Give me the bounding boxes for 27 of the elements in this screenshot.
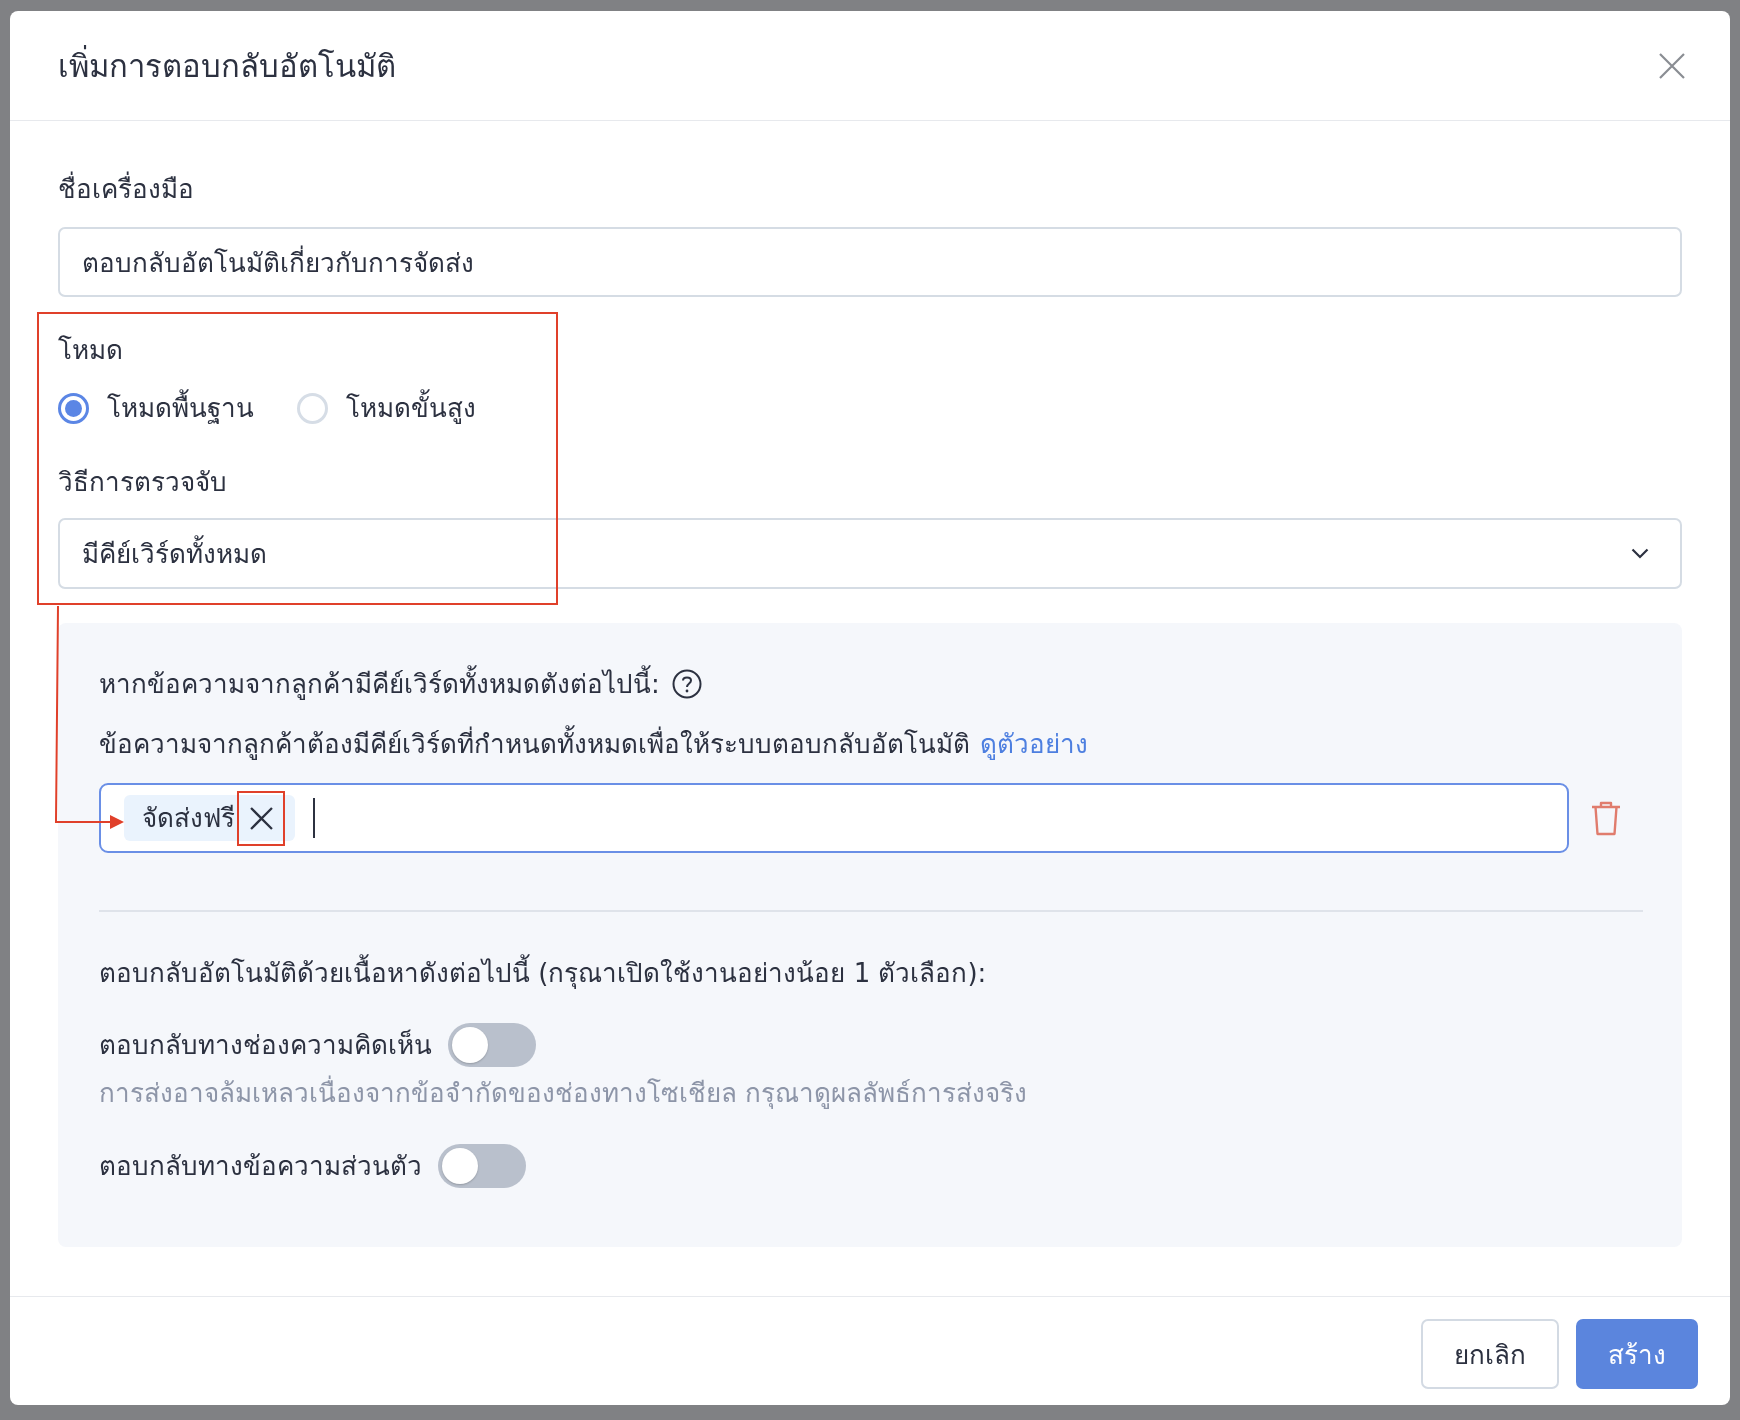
tag-label: จัดส่งฟรี: [142, 802, 235, 835]
option-label: ตอบกลับทางข้อความส่วนตัว: [99, 1150, 422, 1183]
close-icon[interactable]: [249, 806, 273, 830]
option-label: ตอบกลับทางช่องความคิดเห็น: [99, 1028, 432, 1062]
dropdown-select[interactable]: มีคีย์เวิร์ดทั้งหมด: [58, 518, 1682, 589]
field-label: ชื่อเครื่องมือ: [58, 171, 194, 207]
toggle-switch[interactable]: [438, 1144, 526, 1188]
option-hint: การส่งอาจล้มเหลวเนื่องจากข้อจำกัดของช่องทางโซเชียล กรุณาดูผลลัพธ์การส่งจริง: [99, 1075, 1028, 1111]
example-link[interactable]: ดูตัวอย่าง: [980, 726, 1088, 762]
radio-label[interactable]: โหมดขั้นสูง: [346, 390, 476, 426]
dialog-title: เพิ่มการตอบกลับอัตโนมัติ: [58, 44, 396, 86]
condition-heading: หากข้อความจากลูกค้ามีคีย์เวิร์ดทั้งหมดตังต่อไปนี้:: [99, 666, 660, 702]
chevron-down-icon: [1631, 548, 1649, 559]
trash-icon[interactable]: [1590, 800, 1622, 836]
dialog-button[interactable]: สร้าง: [1576, 1319, 1698, 1389]
help-icon[interactable]: [671, 669, 702, 699]
keyword-input-field[interactable]: จัดส่งฟรี: [99, 783, 1569, 853]
reply-heading: ตอบกลับอัตโนมัติด้วยเนื้อหาดังต่อไปนี้ (กรุณาเปิดใช้งานอย่างน้อย 1 ตัวเลือก):: [99, 955, 987, 991]
text-cursor: [313, 798, 315, 838]
radio-button[interactable]: [58, 392, 89, 424]
text-input[interactable]: ตอบกลับอัตโนมัติเกี่ยวกับการจัดส่ง: [58, 227, 1682, 297]
field-label: วิธีการตรวจจับ: [58, 466, 227, 499]
radio-label[interactable]: โหมดพื้นฐาน: [107, 390, 254, 426]
field-label: โหมด: [58, 334, 123, 367]
condition-description: ข้อความจากลูกค้าต้องมีคีย์เวิร์ดที่กำหนดทั้งหมดเพื่อให้ระบบตอบกลับอัตโนมัติ: [99, 726, 970, 762]
toggle-switch[interactable]: [448, 1023, 536, 1067]
dialog-button[interactable]: ยกเลิก: [1421, 1319, 1559, 1389]
